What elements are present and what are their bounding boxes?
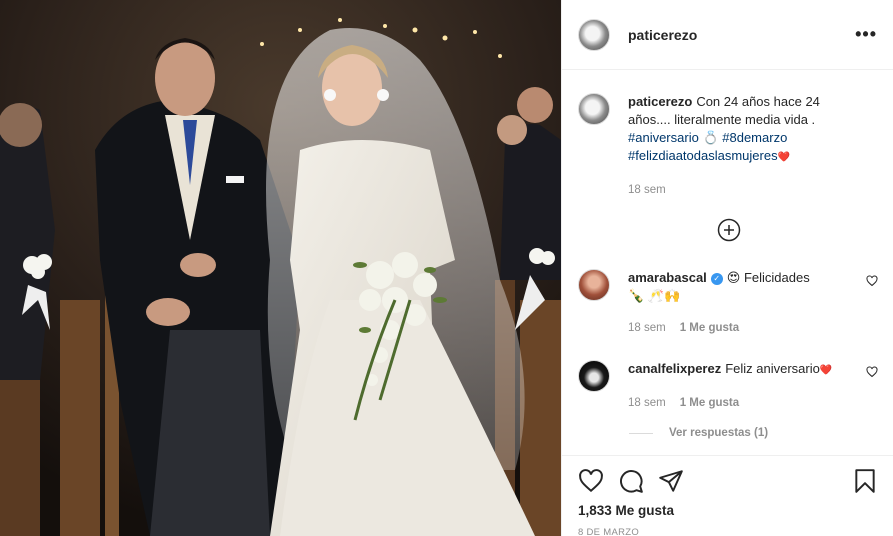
comment-time: 18 sem (628, 322, 666, 334)
view-replies-label: Ver respuestas (1) (669, 427, 769, 439)
comment-text: Feliz aniversario (725, 361, 820, 376)
like-count[interactable]: 1,833 Me gusta (578, 503, 878, 518)
comments-section: paticerezo Con 24 años hace 24 años.... l… (562, 71, 893, 455)
wedding-photo (0, 0, 561, 536)
hashtag-8demarzo[interactable]: #8demarzo (722, 130, 787, 145)
more-options-icon[interactable]: ••• (855, 24, 877, 45)
heart-emoji: ❤️ (819, 365, 833, 376)
heart-emoji: ❤️ (777, 152, 791, 163)
comment-likes[interactable]: 1 Me gusta (680, 322, 739, 334)
post-actions: 1,833 Me gusta 8 DE MARZO (562, 455, 893, 536)
post-sidebar: paticerezo ••• paticerezo Con 24 años hac… (561, 0, 893, 536)
comment-like-heart-icon[interactable] (866, 275, 878, 287)
post-date: 8 DE MARZO (578, 527, 640, 536)
author-avatar[interactable] (578, 18, 610, 51)
replies-divider (629, 432, 653, 434)
comment-likes[interactable]: 1 Me gusta (680, 397, 739, 409)
ring-emoji: 💍 (702, 130, 719, 145)
comment-like-heart-icon[interactable] (866, 366, 878, 378)
comment-username[interactable]: amarabascal (628, 270, 707, 285)
comment: amarabascal ✓ 😍 Felicidades 🍾 🥂🙌 18 sem 1 M… (578, 269, 878, 337)
post-photo[interactable] (0, 0, 561, 536)
verified-badge-icon: ✓ (710, 272, 723, 285)
comment-text-line2: 🍾 🥂🙌 (628, 288, 681, 303)
post-header: paticerezo ••• (562, 0, 893, 70)
like-heart-icon[interactable] (578, 468, 604, 494)
comment-time: 18 sem (628, 397, 666, 409)
comment-text: 😍 Felicidades (726, 270, 810, 285)
share-icon[interactable] (658, 468, 684, 494)
save-bookmark-icon[interactable] (852, 468, 878, 494)
instagram-post: paticerezo ••• paticerezo Con 24 años hac… (0, 0, 893, 536)
comment-username[interactable]: canalfelixperez (628, 361, 721, 376)
author-username[interactable]: paticerezo (628, 27, 697, 43)
view-replies-button[interactable]: Ver respuestas (1) (629, 427, 768, 439)
caption-avatar[interactable] (578, 93, 610, 125)
comment: canalfelixperez Feliz aniversario❤️ 18 se… (578, 360, 878, 412)
comment-icon[interactable] (618, 468, 644, 494)
commenter-avatar[interactable] (578, 360, 610, 392)
hashtag-aniversario[interactable]: #aniversario (628, 130, 699, 145)
hashtag-felizdiaatodaslasmujeres[interactable]: #felizdiaatodaslasmujeres (628, 148, 778, 163)
caption-username[interactable]: paticerezo (628, 94, 692, 109)
commenter-avatar[interactable] (578, 269, 610, 301)
caption-time: 18 sem (628, 184, 666, 196)
load-more-comments-icon[interactable] (717, 218, 741, 242)
caption: paticerezo Con 24 años hace 24 años.... l… (578, 93, 878, 199)
